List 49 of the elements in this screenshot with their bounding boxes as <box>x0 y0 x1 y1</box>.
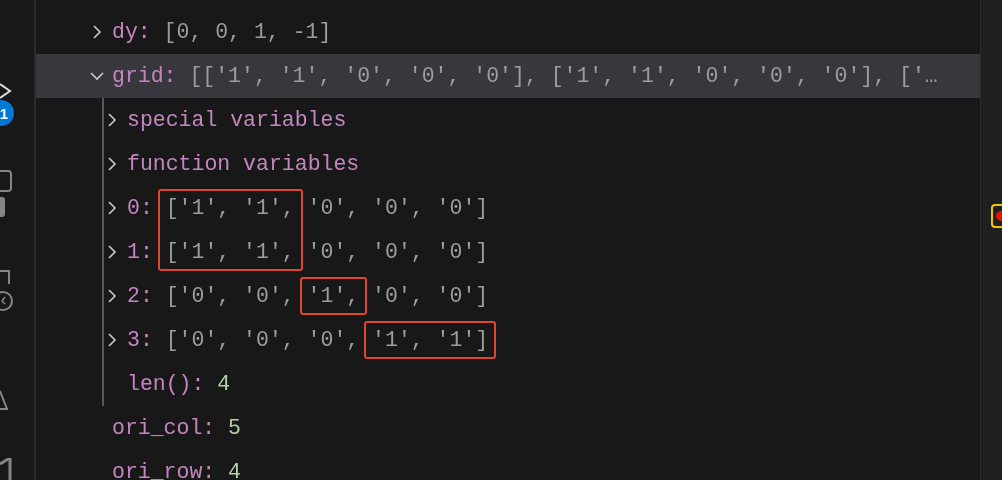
list-item-value: '0', <box>307 195 360 221</box>
list-item-value: '1', <box>307 283 360 309</box>
list-item-value: '0', <box>243 283 295 309</box>
expand-chevron-icon[interactable] <box>105 113 119 127</box>
list-item-value: '0'] <box>436 195 489 221</box>
list-item-value: ['1', <box>165 239 231 265</box>
variable-value: [0, 0, 1, -1] <box>163 19 332 45</box>
variable-value: 4 <box>228 459 241 480</box>
list-item-value: '0', <box>372 195 424 221</box>
breakpoint-marker <box>991 204 1002 228</box>
list-item-value: '0', <box>307 239 360 265</box>
variable-name: ori_row: <box>112 459 216 480</box>
variable-name: ori_col: <box>112 415 216 441</box>
variable-name: len(): <box>127 371 205 397</box>
variable-name: function variables <box>127 151 360 177</box>
variable-name: dy: <box>112 19 151 45</box>
variable-name: grid: <box>112 63 177 89</box>
list-item-value: '0'] <box>436 283 489 309</box>
list-item-value: '0', <box>372 239 424 265</box>
variable-value: 4 <box>217 371 231 397</box>
list-item-value: ['0', <box>165 327 231 353</box>
list-item-value: '1', <box>243 239 295 265</box>
variable-name: 1: <box>127 239 153 265</box>
notification-count: 1 <box>0 100 14 126</box>
expand-chevron-icon[interactable] <box>105 333 119 347</box>
list-item-value: '0', <box>372 283 424 309</box>
expand-chevron-icon[interactable] <box>105 245 119 259</box>
list-item-value: '1'] <box>436 327 489 353</box>
variable-name: special variables <box>127 107 347 133</box>
variable-name: 3: <box>127 327 153 353</box>
variable-value: 5 <box>228 415 241 441</box>
chevron-icon[interactable] <box>0 82 12 100</box>
list-item-value: '0'] <box>436 239 489 265</box>
collapse-chevron-icon[interactable] <box>90 69 104 83</box>
list-item-value: '1', <box>243 195 295 221</box>
highlight-box <box>299 276 368 316</box>
clock-icon[interactable] <box>0 270 14 314</box>
expand-chevron-icon[interactable] <box>90 25 104 39</box>
list-item-value: ['0', <box>165 283 231 309</box>
expand-chevron-icon[interactable] <box>105 157 119 171</box>
expand-chevron-icon[interactable] <box>105 289 119 303</box>
variable-value: [['1', '1', '0', '0', '0'], ['1', '1', '0', '0', '0'], ['… <box>189 63 938 89</box>
variable-name: 2: <box>127 283 153 309</box>
list-item-value: '1', <box>372 327 424 353</box>
list-item-value: '0', <box>307 327 360 353</box>
list-item-value: ['1', <box>165 195 231 221</box>
list-item-value: '0', <box>243 327 295 353</box>
expand-chevron-icon[interactable] <box>105 201 119 215</box>
variable-name: 0: <box>127 195 153 221</box>
